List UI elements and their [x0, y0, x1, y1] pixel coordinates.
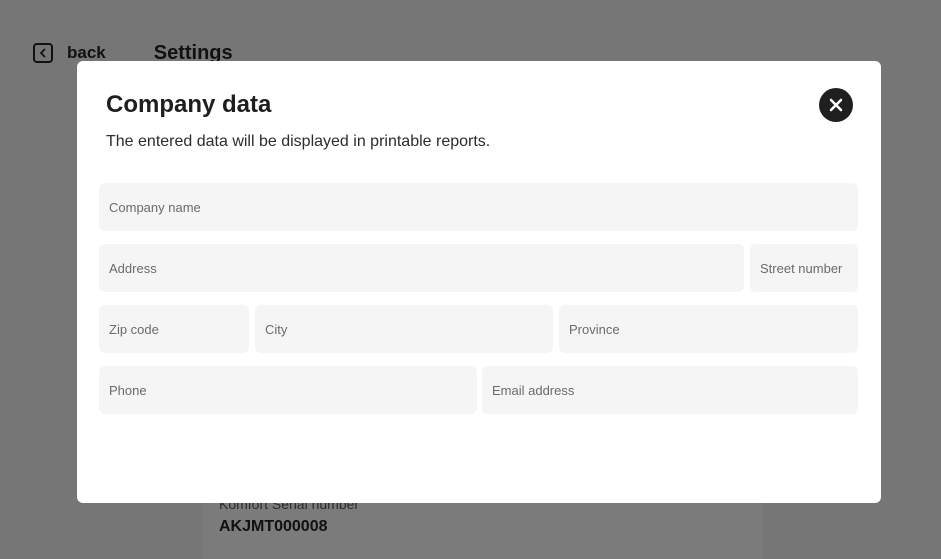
- dialog-subtitle: The entered data will be displayed in pr…: [106, 133, 491, 150]
- city-input[interactable]: City: [255, 305, 553, 353]
- zip-code-input[interactable]: Zip code: [99, 305, 249, 353]
- phone-input[interactable]: Phone: [99, 366, 477, 414]
- close-button[interactable]: [819, 88, 853, 122]
- company-data-dialog: Company data The entered data will be di…: [77, 61, 881, 503]
- dialog-title: Company data: [106, 91, 272, 118]
- email-input[interactable]: Email address: [482, 366, 858, 414]
- company-name-input[interactable]: Company name: [99, 183, 858, 231]
- address-input[interactable]: Address: [99, 244, 744, 292]
- street-number-input[interactable]: Street number: [750, 244, 858, 292]
- close-icon: [829, 98, 843, 112]
- province-input[interactable]: Province: [559, 305, 858, 353]
